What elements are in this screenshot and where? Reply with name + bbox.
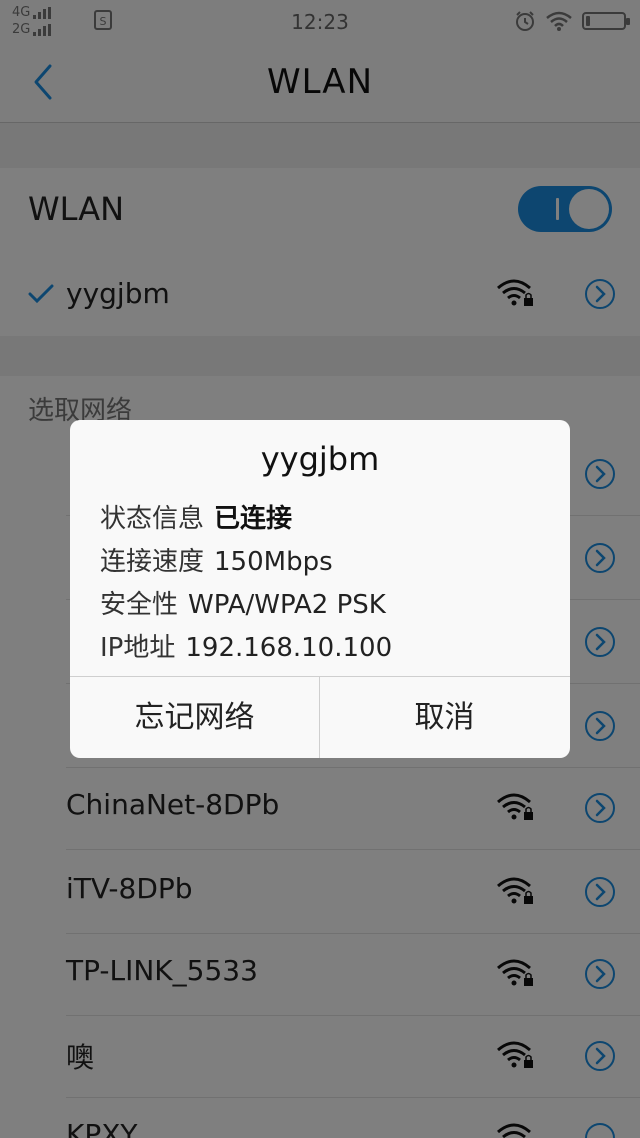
cancel-button[interactable]: 取消 — [320, 677, 569, 758]
network-details-dialog: yygjbm 状态信息 已连接 连接速度 150Mbps 安全性 WPA/WPA2 P… — [70, 420, 570, 758]
dialog-value: 150Mbps — [214, 547, 333, 577]
dialog-key: 安全性 — [100, 590, 179, 620]
dialog-key: 连接速度 — [100, 547, 205, 577]
dialog-row-status: 状态信息 已连接 — [100, 498, 292, 535]
dialog-row-security: 安全性 WPA/WPA2 PSK — [100, 584, 386, 621]
dialog-key: IP地址 — [100, 633, 176, 663]
dialog-key: 状态信息 — [100, 504, 205, 534]
dialog-title: yygjbm — [260, 440, 380, 478]
dialog-value: 已连接 — [214, 504, 293, 534]
forget-network-button[interactable]: 忘记网络 — [70, 677, 319, 758]
dialog-value: 192.168.10.100 — [185, 633, 393, 663]
dialog-row-ip: IP地址 192.168.10.100 — [100, 627, 392, 664]
dialog-value: WPA/WPA2 PSK — [188, 590, 386, 620]
dialog-row-speed: 连接速度 150Mbps — [100, 541, 333, 578]
